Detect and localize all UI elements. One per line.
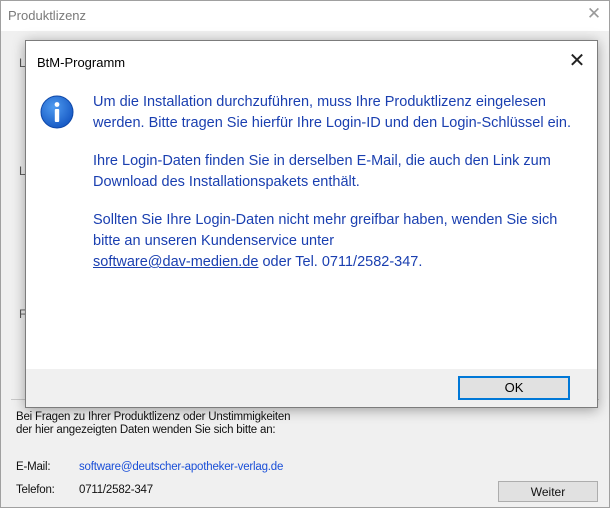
support-email-link[interactable]: software@dav-medien.de: [93, 254, 258, 270]
help-text: Bei Fragen zu Ihrer Produktlizenz oder U…: [16, 411, 290, 437]
phone-label: Telefon:: [16, 484, 55, 496]
message-paragraph-contact: Sollten Sie Ihre Login-Daten nicht mehr …: [93, 210, 588, 273]
help-text-line: der hier angezeigten Daten wenden Sie si…: [16, 424, 276, 436]
next-button[interactable]: Weiter: [498, 481, 598, 502]
ok-button[interactable]: OK: [458, 376, 570, 400]
contact-text: Sollten Sie Ihre Login-Daten nicht mehr …: [93, 212, 558, 249]
email-link[interactable]: software@deutscher-apotheker-verlag.de: [79, 461, 283, 473]
phone-value: 0711/2582-347: [79, 484, 153, 496]
window-title: Produktlizenz: [8, 8, 87, 23]
window-titlebar: Produktlizenz ✕: [1, 1, 609, 31]
contact-phone-text: oder Tel. 0711/2582-347.: [258, 254, 423, 270]
dialog-message: Um die Installation durchzuführen, muss …: [93, 92, 588, 290]
email-label: E-Mail:: [16, 461, 51, 473]
phone-row: Telefon: 0711/2582-347: [16, 484, 153, 496]
message-paragraph: Um die Installation durchzuführen, muss …: [93, 94, 571, 131]
help-text-line: Bei Fragen zu Ihrer Produktlizenz oder U…: [16, 411, 291, 423]
info-icon: [40, 95, 74, 129]
dialog-close-icon[interactable]: ✕: [565, 49, 589, 73]
dialog-title: BtM-Programm: [37, 55, 126, 70]
dialog-footer: OK: [26, 369, 597, 407]
email-row: E-Mail: software@deutscher-apotheker-ver…: [16, 461, 283, 473]
window-close-icon[interactable]: ✕: [583, 3, 605, 25]
message-dialog: BtM-Programm ✕ Um die Installation durch…: [25, 40, 598, 408]
message-paragraph: Ihre Login-Daten finden Sie in derselben…: [93, 153, 551, 190]
